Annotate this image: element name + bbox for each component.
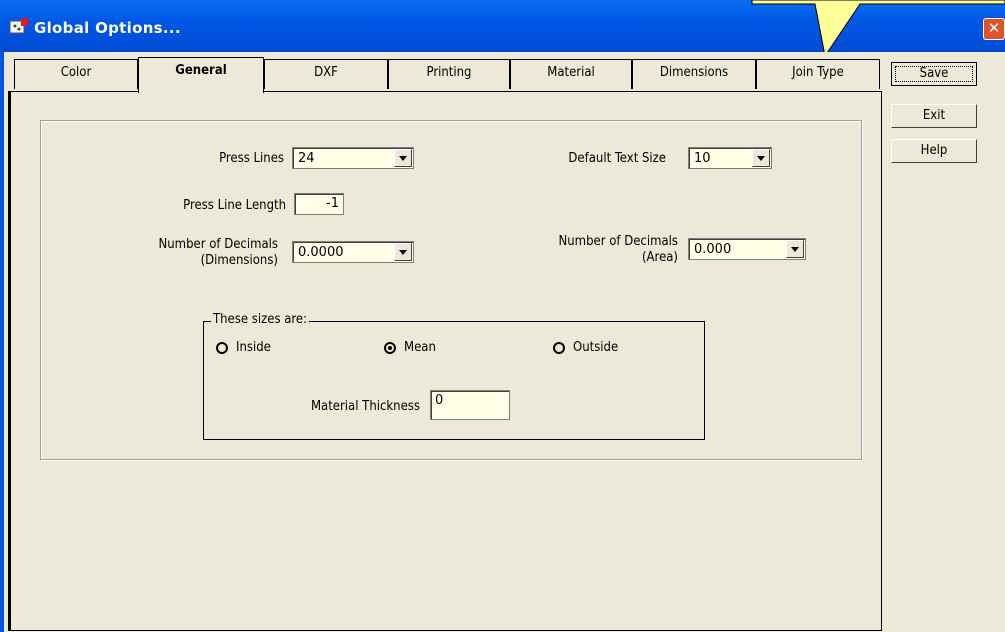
material-thickness-input[interactable]: 0 <box>430 390 510 420</box>
decimals-dimensions-select[interactable]: 0.0000 <box>292 241 414 263</box>
close-button[interactable]: ✕ <box>983 18 1005 40</box>
exit-button[interactable]: Exit <box>891 104 977 128</box>
sizes-group <box>203 321 705 440</box>
chevron-down-icon[interactable] <box>394 149 412 167</box>
chevron-down-icon[interactable] <box>786 240 804 258</box>
press-lines-label: Press Lines <box>219 151 284 166</box>
tab-printing[interactable]: Printing <box>388 59 510 89</box>
app-icon <box>9 18 28 34</box>
radio-inside-label[interactable]: Inside <box>236 340 271 355</box>
radio-outside-label[interactable]: Outside <box>573 340 618 355</box>
radio-mean-dot <box>388 346 392 350</box>
tab-material[interactable]: Material <box>510 59 632 89</box>
radio-mean[interactable] <box>384 342 396 354</box>
tab-dxf[interactable]: DXF <box>264 59 388 89</box>
tab-join-type[interactable]: Join Type <box>756 59 880 89</box>
tab-dimensions[interactable]: Dimensions <box>632 59 756 89</box>
radio-inside[interactable] <box>216 342 228 354</box>
save-button[interactable]: Save <box>891 62 977 86</box>
decimals-area-label-line1: Number of Decimals <box>558 234 678 249</box>
decimals-area-label-line2: (Area) <box>641 250 678 265</box>
window-title: Global Options... <box>34 19 181 37</box>
decimals-dimensions-label-line2: (Dimensions) <box>200 253 278 268</box>
radio-outside[interactable] <box>553 342 565 354</box>
decimals-dimensions-label-line1: Number of Decimals <box>158 237 278 252</box>
chevron-down-icon[interactable] <box>394 243 412 261</box>
decimals-dimensions-label: Number of Decimals (Dimensions) <box>110 237 278 269</box>
tab-general[interactable]: General <box>138 57 264 93</box>
default-text-size-select[interactable]: 10 <box>688 147 772 169</box>
save-button-label: Save <box>919 66 949 81</box>
radio-mean-label[interactable]: Mean <box>404 340 436 355</box>
default-text-size-value: 10 <box>694 151 711 166</box>
help-button[interactable]: Help <box>891 139 977 163</box>
decimals-area-value: 0.000 <box>694 242 732 257</box>
decimals-area-label: Number of Decimals (Area) <box>510 234 678 266</box>
press-lines-select[interactable]: 24 <box>292 147 414 169</box>
sizes-group-legend: These sizes are: <box>211 312 310 327</box>
default-text-size-label: Default Text Size <box>568 151 666 166</box>
decimals-dimensions-value: 0.0000 <box>298 245 344 260</box>
press-line-length-label: Press Line Length <box>183 198 286 213</box>
callout-arrow <box>751 0 1005 56</box>
material-thickness-label: Material Thickness <box>310 399 420 414</box>
decimals-area-select[interactable]: 0.000 <box>688 238 806 260</box>
chevron-down-icon[interactable] <box>752 149 770 167</box>
press-line-length-input[interactable]: -1 <box>294 193 344 215</box>
press-lines-value: 24 <box>298 151 315 166</box>
tab-color[interactable]: Color <box>14 59 138 89</box>
